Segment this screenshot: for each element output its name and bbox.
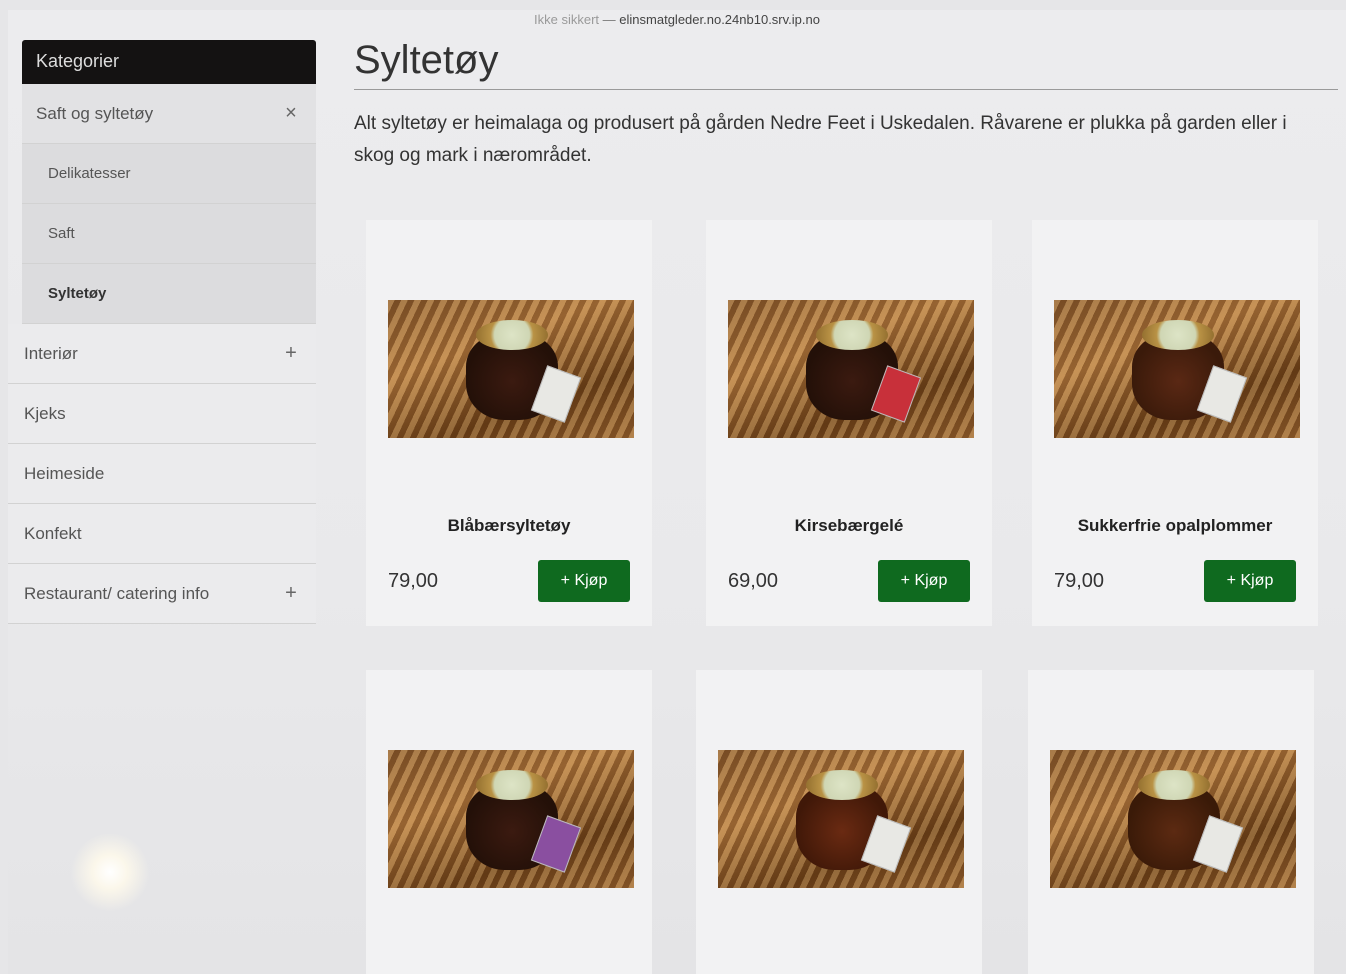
subcategory-syltetoy[interactable]: Syltetøy	[22, 264, 316, 324]
product-image[interactable]	[718, 750, 964, 888]
product-card[interactable]: Blåbærsyltetøy 79,00 + Kjøp	[366, 220, 652, 626]
buy-button[interactable]: + Kjøp	[1204, 560, 1296, 602]
insecure-label: Ikke sikkert	[534, 12, 600, 27]
product-price: 79,00	[1054, 570, 1105, 592]
expand-icon[interactable]: +	[276, 582, 306, 605]
category-heimeside[interactable]: Heimeside	[8, 444, 316, 504]
product-price: 69,00	[728, 570, 779, 592]
expand-icon[interactable]: +	[276, 342, 306, 365]
collapse-icon[interactable]: ×	[276, 102, 306, 125]
category-sidebar: Kategorier Saft og syltetøy × Delikatess…	[8, 40, 316, 624]
buy-button[interactable]: + Kjøp	[878, 560, 970, 602]
categories-header: Kategorier	[22, 40, 316, 84]
subcategory-label: Syltetøy	[48, 285, 107, 302]
url-separator: —	[602, 12, 616, 27]
category-description: Alt syltetøy er heimalaga og produsert p…	[354, 113, 1287, 166]
product-card[interactable]	[366, 670, 652, 974]
category-label: Saft og syltetøy	[36, 103, 154, 123]
browser-window: Ikke sikkert — elinsmatgleder.no.24nb10.…	[8, 10, 1346, 974]
category-saft-og-syltetoy[interactable]: Saft og syltetøy ×	[22, 84, 316, 144]
product-image[interactable]	[1050, 750, 1296, 888]
category-label: Restaurant/ catering info	[24, 583, 210, 603]
category-kjeks[interactable]: Kjeks	[8, 384, 316, 444]
main-content: Syltetøy Alt syltetøy er heimalaga og pr…	[354, 38, 1338, 974]
product-image[interactable]	[388, 300, 634, 438]
product-name[interactable]: Sukkerfrie opalplommer	[1032, 516, 1318, 536]
page-title: Syltetøy	[354, 38, 1338, 90]
product-name[interactable]: Kirsebærgelé	[706, 516, 992, 536]
buy-button[interactable]: + Kjøp	[538, 560, 630, 602]
subcategory-label: Saft	[48, 225, 75, 242]
category-konfekt[interactable]: Konfekt	[8, 504, 316, 564]
screen-glare	[70, 832, 150, 912]
product-card[interactable]	[1028, 670, 1314, 974]
product-image[interactable]	[388, 750, 634, 888]
product-name[interactable]: Blåbærsyltetøy	[366, 516, 652, 536]
category-restaurant-catering[interactable]: Restaurant/ catering info +	[8, 564, 316, 624]
url-text: elinsmatgleder.no.24nb10.srv.ip.no	[619, 12, 820, 27]
category-label: Interiør	[24, 343, 78, 363]
subcategory-delikatesser[interactable]: Delikatesser	[22, 144, 316, 204]
product-card[interactable]: Kirsebærgelé 69,00 + Kjøp	[706, 220, 992, 626]
product-card[interactable]: Sukkerfrie opalplommer 79,00 + Kjøp	[1032, 220, 1318, 626]
address-bar[interactable]: Ikke sikkert — elinsmatgleder.no.24nb10.…	[8, 10, 1346, 32]
subcategory-label: Delikatesser	[48, 165, 131, 182]
subcategory-saft[interactable]: Saft	[22, 204, 316, 264]
category-label: Konfekt	[24, 523, 82, 543]
category-label: Kjeks	[24, 403, 66, 423]
category-interior[interactable]: Interiør +	[8, 324, 316, 384]
product-image[interactable]	[728, 300, 974, 438]
product-price: 79,00	[388, 570, 439, 592]
category-label: Heimeside	[24, 463, 105, 483]
product-image[interactable]	[1054, 300, 1300, 438]
product-card[interactable]	[696, 670, 982, 974]
